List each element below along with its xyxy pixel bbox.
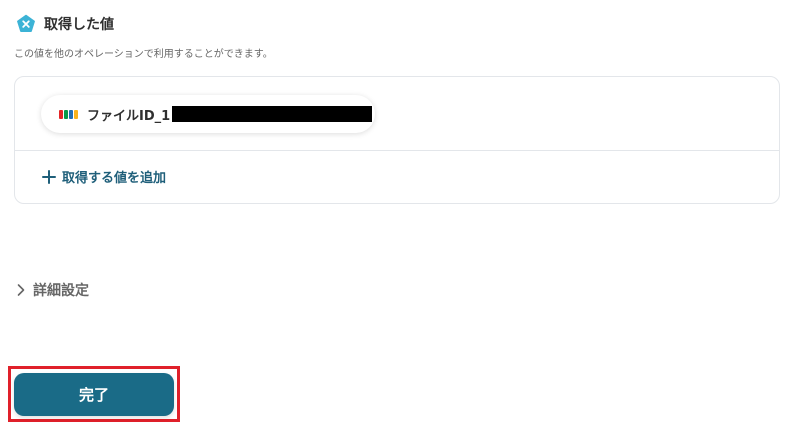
value-chip-file-id[interactable]: ファイルID_1 [41,95,375,133]
page: 取得した値 この値を他のオペレーションで利用することができます。 ファイルID_… [0,0,796,430]
section-title: 取得した値 [44,17,114,33]
add-value-button[interactable]: 取得する値を追加 [42,167,166,186]
done-button[interactable]: 完了 [14,373,174,416]
plus-icon [42,169,56,184]
zoho-logo-icon [59,109,79,119]
chevron-right-icon [16,283,26,297]
advanced-settings-label: 詳細設定 [33,283,89,299]
divider [15,150,779,151]
add-value-label: 取得する値を追加 [62,171,167,186]
values-box: ファイルID_1 取得する値を追加 [14,76,780,204]
redacted-value [172,106,373,122]
section-header: 取得した値 [16,14,114,34]
advanced-settings-toggle[interactable]: 詳細設定 [16,280,89,300]
pentagon-x-icon [16,14,36,34]
section-description: この値を他のオペレーションで利用することができます。 [14,49,273,60]
value-chip-label: ファイルID_1 [87,108,171,124]
